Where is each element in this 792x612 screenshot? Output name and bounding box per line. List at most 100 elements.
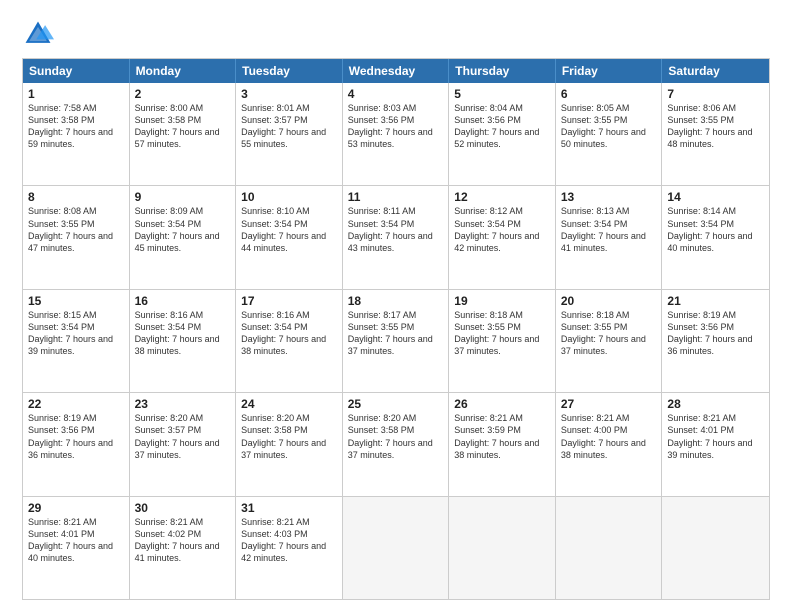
day-number: 12 — [454, 190, 550, 204]
day-info: Sunrise: 8:21 AMSunset: 4:02 PMDaylight:… — [135, 516, 231, 565]
day-number: 13 — [561, 190, 657, 204]
day-info: Sunrise: 8:04 AMSunset: 3:56 PMDaylight:… — [454, 102, 550, 151]
day-cell-18: 18Sunrise: 8:17 AMSunset: 3:55 PMDayligh… — [343, 290, 450, 392]
day-info: Sunrise: 8:16 AMSunset: 3:54 PMDaylight:… — [135, 309, 231, 358]
day-cell-7: 7Sunrise: 8:06 AMSunset: 3:55 PMDaylight… — [662, 83, 769, 185]
header-day-saturday: Saturday — [662, 59, 769, 83]
day-cell-17: 17Sunrise: 8:16 AMSunset: 3:54 PMDayligh… — [236, 290, 343, 392]
empty-cell — [556, 497, 663, 599]
day-cell-11: 11Sunrise: 8:11 AMSunset: 3:54 PMDayligh… — [343, 186, 450, 288]
day-info: Sunrise: 8:03 AMSunset: 3:56 PMDaylight:… — [348, 102, 444, 151]
calendar-row-1: 1Sunrise: 7:58 AMSunset: 3:58 PMDaylight… — [23, 83, 769, 185]
calendar-row-5: 29Sunrise: 8:21 AMSunset: 4:01 PMDayligh… — [23, 496, 769, 599]
day-info: Sunrise: 8:18 AMSunset: 3:55 PMDaylight:… — [454, 309, 550, 358]
day-cell-25: 25Sunrise: 8:20 AMSunset: 3:58 PMDayligh… — [343, 393, 450, 495]
day-number: 5 — [454, 87, 550, 101]
day-cell-21: 21Sunrise: 8:19 AMSunset: 3:56 PMDayligh… — [662, 290, 769, 392]
calendar-row-2: 8Sunrise: 8:08 AMSunset: 3:55 PMDaylight… — [23, 185, 769, 288]
day-cell-1: 1Sunrise: 7:58 AMSunset: 3:58 PMDaylight… — [23, 83, 130, 185]
day-info: Sunrise: 8:01 AMSunset: 3:57 PMDaylight:… — [241, 102, 337, 151]
day-cell-13: 13Sunrise: 8:13 AMSunset: 3:54 PMDayligh… — [556, 186, 663, 288]
day-number: 8 — [28, 190, 124, 204]
day-cell-6: 6Sunrise: 8:05 AMSunset: 3:55 PMDaylight… — [556, 83, 663, 185]
day-info: Sunrise: 8:19 AMSunset: 3:56 PMDaylight:… — [28, 412, 124, 461]
day-info: Sunrise: 8:21 AMSunset: 4:01 PMDaylight:… — [667, 412, 764, 461]
day-info: Sunrise: 8:17 AMSunset: 3:55 PMDaylight:… — [348, 309, 444, 358]
empty-cell — [449, 497, 556, 599]
day-number: 2 — [135, 87, 231, 101]
day-number: 28 — [667, 397, 764, 411]
day-info: Sunrise: 8:05 AMSunset: 3:55 PMDaylight:… — [561, 102, 657, 151]
day-cell-4: 4Sunrise: 8:03 AMSunset: 3:56 PMDaylight… — [343, 83, 450, 185]
calendar: SundayMondayTuesdayWednesdayThursdayFrid… — [22, 58, 770, 600]
day-number: 15 — [28, 294, 124, 308]
day-cell-14: 14Sunrise: 8:14 AMSunset: 3:54 PMDayligh… — [662, 186, 769, 288]
day-number: 3 — [241, 87, 337, 101]
header-day-friday: Friday — [556, 59, 663, 83]
day-info: Sunrise: 8:21 AMSunset: 4:03 PMDaylight:… — [241, 516, 337, 565]
day-info: Sunrise: 8:21 AMSunset: 4:00 PMDaylight:… — [561, 412, 657, 461]
day-info: Sunrise: 8:20 AMSunset: 3:58 PMDaylight:… — [241, 412, 337, 461]
day-number: 4 — [348, 87, 444, 101]
calendar-header: SundayMondayTuesdayWednesdayThursdayFrid… — [23, 59, 769, 83]
day-cell-12: 12Sunrise: 8:12 AMSunset: 3:54 PMDayligh… — [449, 186, 556, 288]
day-info: Sunrise: 8:21 AMSunset: 3:59 PMDaylight:… — [454, 412, 550, 461]
day-info: Sunrise: 8:21 AMSunset: 4:01 PMDaylight:… — [28, 516, 124, 565]
header — [22, 18, 770, 50]
day-cell-19: 19Sunrise: 8:18 AMSunset: 3:55 PMDayligh… — [449, 290, 556, 392]
day-cell-28: 28Sunrise: 8:21 AMSunset: 4:01 PMDayligh… — [662, 393, 769, 495]
day-number: 31 — [241, 501, 337, 515]
day-number: 11 — [348, 190, 444, 204]
day-number: 18 — [348, 294, 444, 308]
day-cell-23: 23Sunrise: 8:20 AMSunset: 3:57 PMDayligh… — [130, 393, 237, 495]
day-cell-24: 24Sunrise: 8:20 AMSunset: 3:58 PMDayligh… — [236, 393, 343, 495]
logo-icon — [22, 18, 54, 50]
day-number: 9 — [135, 190, 231, 204]
day-number: 6 — [561, 87, 657, 101]
header-day-wednesday: Wednesday — [343, 59, 450, 83]
day-info: Sunrise: 8:16 AMSunset: 3:54 PMDaylight:… — [241, 309, 337, 358]
header-day-tuesday: Tuesday — [236, 59, 343, 83]
day-number: 30 — [135, 501, 231, 515]
day-info: Sunrise: 8:11 AMSunset: 3:54 PMDaylight:… — [348, 205, 444, 254]
day-info: Sunrise: 8:20 AMSunset: 3:58 PMDaylight:… — [348, 412, 444, 461]
day-info: Sunrise: 8:00 AMSunset: 3:58 PMDaylight:… — [135, 102, 231, 151]
day-number: 27 — [561, 397, 657, 411]
day-number: 14 — [667, 190, 764, 204]
day-number: 1 — [28, 87, 124, 101]
day-cell-15: 15Sunrise: 8:15 AMSunset: 3:54 PMDayligh… — [23, 290, 130, 392]
day-cell-31: 31Sunrise: 8:21 AMSunset: 4:03 PMDayligh… — [236, 497, 343, 599]
header-day-monday: Monday — [130, 59, 237, 83]
day-cell-30: 30Sunrise: 8:21 AMSunset: 4:02 PMDayligh… — [130, 497, 237, 599]
header-day-thursday: Thursday — [449, 59, 556, 83]
day-info: Sunrise: 8:18 AMSunset: 3:55 PMDaylight:… — [561, 309, 657, 358]
day-info: Sunrise: 7:58 AMSunset: 3:58 PMDaylight:… — [28, 102, 124, 151]
day-number: 22 — [28, 397, 124, 411]
day-info: Sunrise: 8:19 AMSunset: 3:56 PMDaylight:… — [667, 309, 764, 358]
calendar-body: 1Sunrise: 7:58 AMSunset: 3:58 PMDaylight… — [23, 83, 769, 599]
day-cell-20: 20Sunrise: 8:18 AMSunset: 3:55 PMDayligh… — [556, 290, 663, 392]
day-number: 20 — [561, 294, 657, 308]
day-info: Sunrise: 8:12 AMSunset: 3:54 PMDaylight:… — [454, 205, 550, 254]
day-cell-9: 9Sunrise: 8:09 AMSunset: 3:54 PMDaylight… — [130, 186, 237, 288]
day-cell-26: 26Sunrise: 8:21 AMSunset: 3:59 PMDayligh… — [449, 393, 556, 495]
day-cell-5: 5Sunrise: 8:04 AMSunset: 3:56 PMDaylight… — [449, 83, 556, 185]
calendar-row-3: 15Sunrise: 8:15 AMSunset: 3:54 PMDayligh… — [23, 289, 769, 392]
day-number: 25 — [348, 397, 444, 411]
day-cell-16: 16Sunrise: 8:16 AMSunset: 3:54 PMDayligh… — [130, 290, 237, 392]
day-number: 10 — [241, 190, 337, 204]
day-info: Sunrise: 8:15 AMSunset: 3:54 PMDaylight:… — [28, 309, 124, 358]
day-info: Sunrise: 8:08 AMSunset: 3:55 PMDaylight:… — [28, 205, 124, 254]
day-info: Sunrise: 8:14 AMSunset: 3:54 PMDaylight:… — [667, 205, 764, 254]
empty-cell — [662, 497, 769, 599]
empty-cell — [343, 497, 450, 599]
day-number: 17 — [241, 294, 337, 308]
day-number: 16 — [135, 294, 231, 308]
page: SundayMondayTuesdayWednesdayThursdayFrid… — [0, 0, 792, 612]
logo — [22, 18, 56, 50]
day-cell-2: 2Sunrise: 8:00 AMSunset: 3:58 PMDaylight… — [130, 83, 237, 185]
day-info: Sunrise: 8:09 AMSunset: 3:54 PMDaylight:… — [135, 205, 231, 254]
day-number: 21 — [667, 294, 764, 308]
day-cell-3: 3Sunrise: 8:01 AMSunset: 3:57 PMDaylight… — [236, 83, 343, 185]
header-day-sunday: Sunday — [23, 59, 130, 83]
